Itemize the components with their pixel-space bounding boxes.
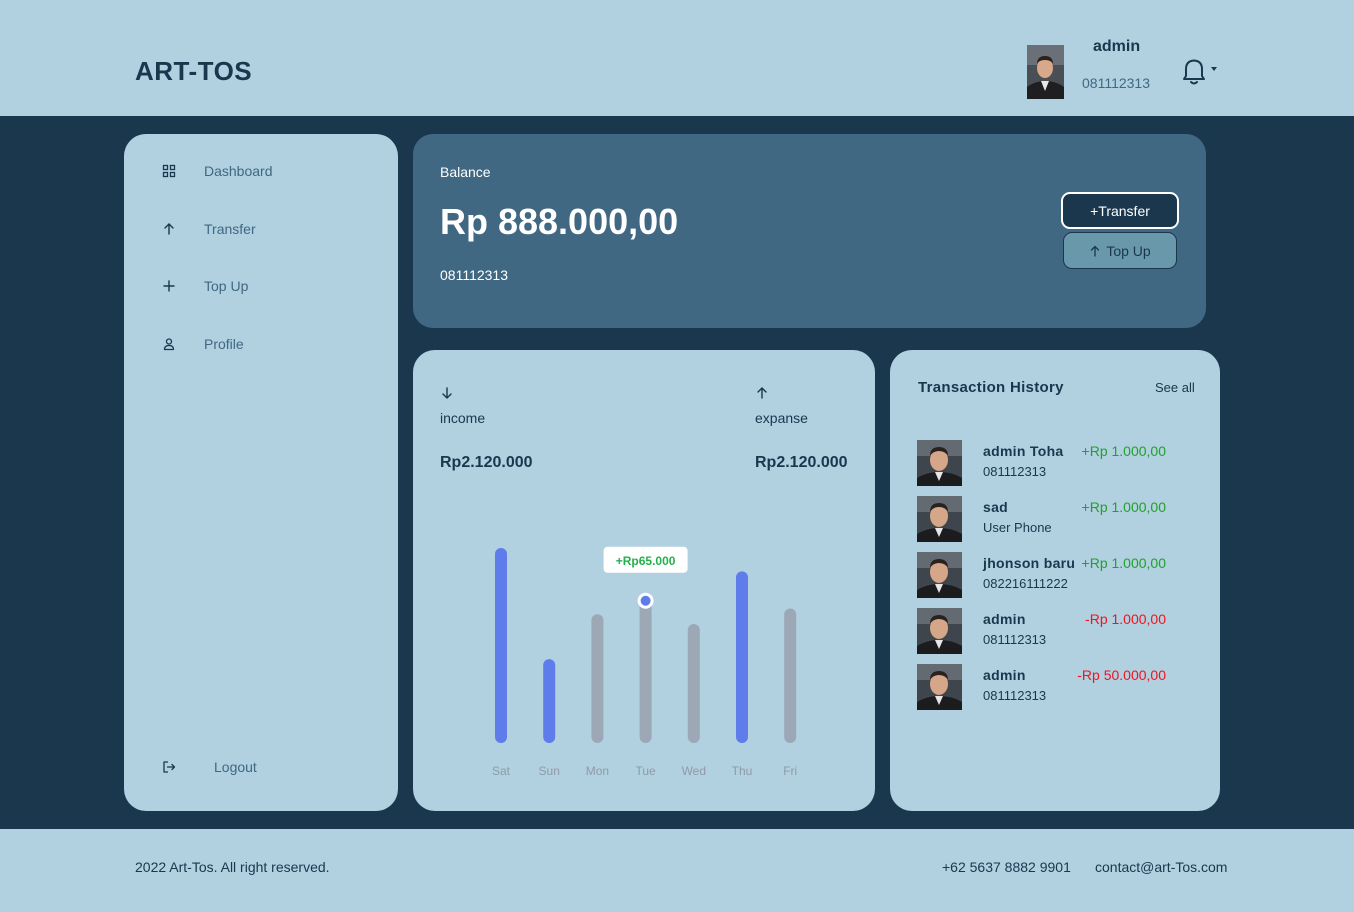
transaction-name: sad	[983, 499, 1009, 515]
contact-phone: +62 5637 8882 9901	[942, 859, 1071, 875]
transaction-avatar	[917, 440, 962, 486]
transaction-amount: +Rp 1.000,00	[1081, 555, 1166, 571]
transaction-amount: +Rp 1.000,00	[1081, 499, 1166, 515]
transfer-button[interactable]: +Transfer	[1061, 192, 1179, 229]
grid-icon	[162, 164, 176, 178]
sidebar-item-top-up[interactable]: Top Up	[162, 275, 248, 297]
transaction-name: admin	[983, 611, 1026, 627]
transaction-subtitle: User Phone	[983, 520, 1052, 535]
bar-mon[interactable]	[591, 614, 604, 743]
bar-tue[interactable]	[639, 596, 652, 743]
transaction-avatar	[917, 552, 962, 598]
transaction-subtitle: 081112313	[983, 464, 1047, 479]
header: ART-TOS admin 081112313	[0, 0, 1354, 116]
transaction-row[interactable]: admin Toha 081112313 +Rp 1.000,00	[917, 440, 1207, 486]
bar-fri[interactable]	[784, 608, 797, 743]
user-icon	[162, 337, 176, 351]
app-logo[interactable]: ART-TOS	[135, 56, 252, 87]
transaction-row[interactable]: jhonson baru 082216111222 +Rp 1.000,00	[917, 552, 1207, 598]
transaction-amount: +Rp 1.000,00	[1081, 443, 1166, 459]
tick-label-thu: Thu	[732, 764, 753, 778]
plus-icon	[162, 279, 176, 293]
transaction-amount: -Rp 50.000,00	[1077, 667, 1166, 683]
sidebar-item-label: Top Up	[204, 278, 249, 294]
transaction-avatar	[917, 608, 962, 654]
sidebar-item-label: Transfer	[204, 221, 256, 237]
transaction-subtitle: 081112313	[983, 688, 1047, 703]
balance-card: Balance Rp 888.000,00 081112313 +Transfe…	[413, 134, 1206, 328]
history-title: Transaction History	[918, 379, 1064, 396]
tick-label-sun: Sun	[539, 764, 560, 778]
chart-card: income Rp2.120.000 expanse Rp2.120.000 S…	[413, 350, 875, 811]
transaction-row[interactable]: admin 081112313 -Rp 1.000,00	[917, 608, 1207, 654]
user-name: admin	[1093, 38, 1141, 55]
transaction-row[interactable]: sad User Phone +Rp 1.000,00	[917, 496, 1207, 542]
tick-label-sat: Sat	[492, 764, 511, 778]
see-all-link[interactable]: See all	[1155, 380, 1195, 395]
sidebar-item-profile[interactable]: Profile	[162, 333, 244, 355]
balance-phone: 081112313	[440, 267, 508, 283]
transaction-row[interactable]: admin 081112313 -Rp 50.000,00	[917, 664, 1207, 710]
tick-label-tue: Tue	[635, 764, 656, 778]
logout-button[interactable]: Logout	[162, 756, 257, 778]
notification-bell-button[interactable]	[1181, 56, 1221, 88]
user-phone: 081112313	[1082, 75, 1150, 91]
sidebar-item-label: Dashboard	[204, 163, 273, 179]
arrow-up-icon	[1091, 245, 1100, 257]
sidebar-item-dashboard[interactable]: Dashboard	[162, 160, 273, 182]
contact-email[interactable]: contact@art-Tos.com	[1095, 859, 1227, 875]
tooltip-marker-dot	[640, 595, 651, 606]
transaction-amount: -Rp 1.000,00	[1085, 611, 1166, 627]
transaction-subtitle: 081112313	[983, 632, 1047, 647]
tick-label-wed: Wed	[682, 764, 706, 778]
weekly-bar-chart: Sat Sun Mon Tue Wed Thu Fri +Rp65.000	[492, 546, 797, 778]
transaction-history-card: Transaction History See all admin Toha 08…	[890, 350, 1220, 811]
copyright-text: 2022 Art-Tos. All right reserved.	[135, 859, 330, 875]
transaction-subtitle: 082216111222	[983, 576, 1068, 591]
logout-label: Logout	[214, 759, 257, 775]
bar-wed[interactable]	[687, 624, 700, 743]
caret-down-icon	[1211, 67, 1217, 71]
bar-sun[interactable]	[543, 659, 556, 743]
balance-amount: Rp 888.000,00	[440, 201, 679, 242]
bar-sat[interactable]	[495, 548, 507, 743]
transaction-avatar	[917, 664, 962, 710]
balance-label: Balance	[440, 164, 491, 180]
transaction-name: jhonson baru	[983, 555, 1076, 571]
top-up-button[interactable]: Top Up	[1063, 232, 1177, 269]
transaction-name: admin	[983, 667, 1026, 683]
logout-icon	[162, 760, 176, 774]
sidebar-item-transfer[interactable]: Transfer	[162, 218, 256, 240]
bar-thu[interactable]	[736, 571, 748, 743]
top-up-label: Top Up	[1106, 242, 1151, 259]
transaction-avatar	[917, 496, 962, 542]
arrow-up-icon	[162, 222, 176, 236]
tick-label-mon: Mon	[586, 764, 609, 778]
user-avatar[interactable]	[1027, 45, 1064, 99]
sidebar: Dashboard Transfer Top Up Profile Logout	[124, 134, 398, 811]
footer: 2022 Art-Tos. All right reserved. +62 56…	[0, 829, 1354, 912]
transaction-name: admin Toha	[983, 443, 1064, 459]
bell-icon	[1183, 59, 1217, 85]
tooltip-label: +Rp65.000	[616, 554, 676, 568]
tick-label-fri: Fri	[783, 764, 797, 778]
sidebar-item-label: Profile	[204, 336, 244, 352]
